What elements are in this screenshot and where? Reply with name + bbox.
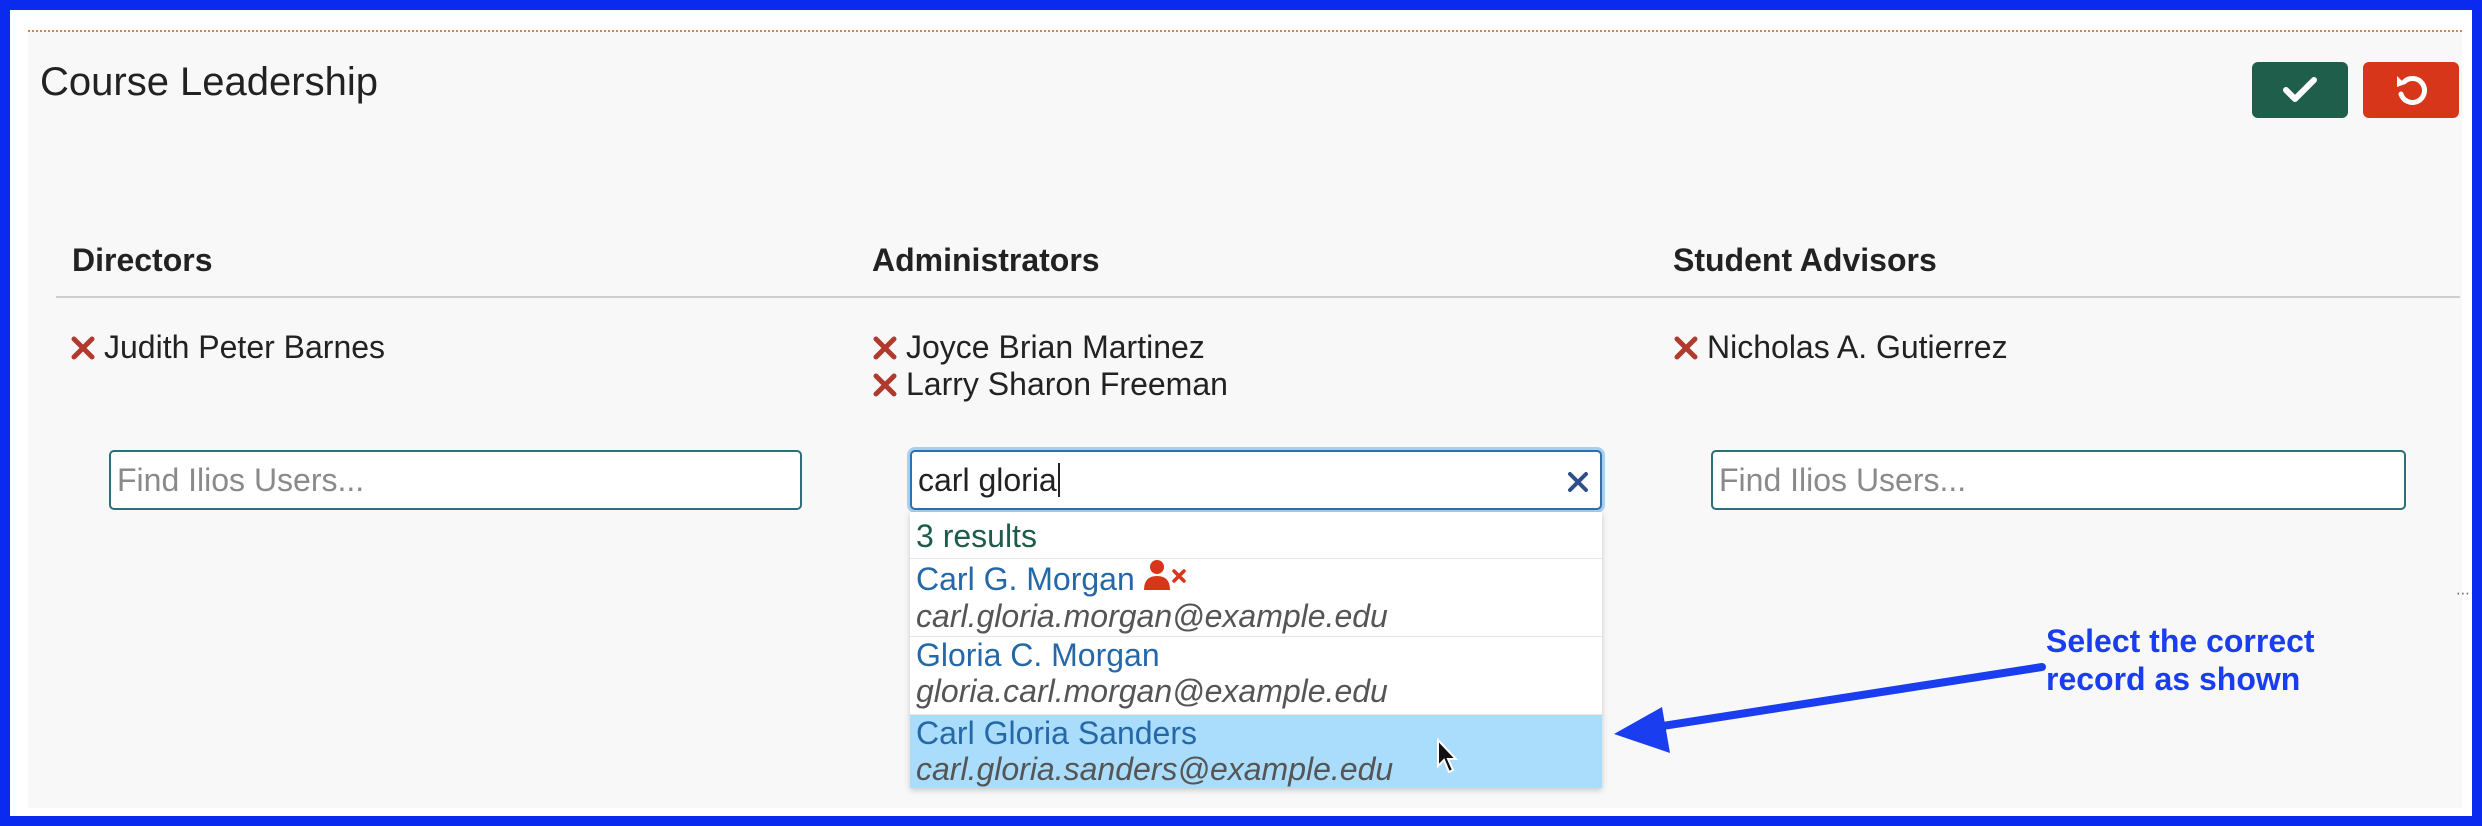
text-caret	[1057, 463, 1060, 497]
directors-heading: Directors	[72, 242, 213, 278]
administrators-search-input[interactable]: carl gloria	[910, 450, 1602, 510]
remove-administrator-icon[interactable]	[872, 335, 898, 361]
student-advisors-search-input[interactable]: Find Ilios Users...	[1711, 450, 2406, 510]
search-results-dropdown: 3 results Carl G. Morgan carl.gloria.mor…	[910, 512, 1602, 788]
administrators-heading: Administrators	[872, 242, 1100, 278]
panel-top-border	[28, 30, 2462, 32]
heading-divider	[56, 296, 2460, 298]
student-advisor-name: Nicholas A. Gutierrez	[1707, 329, 2008, 365]
administrator-name: Larry Sharon Freeman	[906, 366, 1228, 402]
annotation-arrow-icon	[1610, 655, 2050, 760]
annotation-line-1: Select the correct	[2046, 623, 2315, 659]
result-name: Carl G. Morgan	[916, 560, 1135, 597]
undo-icon	[2397, 76, 2427, 105]
results-count: 3 results	[916, 518, 1037, 554]
student-advisors-heading: Student Advisors	[1673, 242, 1937, 278]
director-item: Judith Peter Barnes	[70, 329, 385, 366]
result-item-selected[interactable]: Carl Gloria Sanders carl.gloria.sanders@…	[910, 714, 1602, 788]
cancel-button[interactable]	[2363, 62, 2459, 118]
directors-search-input[interactable]: Find Ilios Users...	[109, 450, 802, 510]
search-value: carl gloria	[918, 461, 1057, 498]
clear-search-icon[interactable]	[1564, 468, 1592, 496]
result-email: gloria.carl.morgan@example.edu	[916, 673, 1388, 709]
administrator-item: Joyce Brian Martinez	[872, 329, 1205, 366]
section-title: Course Leadership	[40, 60, 378, 104]
administrator-item: Larry Sharon Freeman	[872, 366, 1228, 403]
student-advisor-item: Nicholas A. Gutierrez	[1673, 329, 2008, 366]
annotation-line-2: record as shown	[2046, 661, 2301, 697]
overflow-indicator: ⋯	[2456, 585, 2470, 601]
result-item[interactable]: Gloria C. Morgan gloria.carl.morgan@exam…	[910, 636, 1602, 712]
check-icon	[2283, 77, 2317, 102]
save-button[interactable]	[2252, 62, 2348, 118]
search-placeholder: Find Ilios Users...	[1719, 461, 1967, 498]
remove-administrator-icon[interactable]	[872, 372, 898, 398]
search-placeholder: Find Ilios Users...	[117, 461, 365, 498]
result-email: carl.gloria.morgan@example.edu	[916, 598, 1388, 634]
remove-director-icon[interactable]	[70, 335, 96, 361]
annotation-text: Select the correct record as shown	[2046, 622, 2315, 698]
mouse-cursor-icon	[1436, 737, 1460, 781]
disabled-user-icon	[1143, 559, 1187, 598]
result-item[interactable]: Carl G. Morgan carl.gloria.morgan@exampl…	[910, 558, 1602, 634]
result-email: carl.gloria.sanders@example.edu	[916, 751, 1394, 787]
remove-student-advisor-icon[interactable]	[1673, 335, 1699, 361]
director-name: Judith Peter Barnes	[104, 329, 386, 365]
result-name: Gloria C. Morgan	[916, 637, 1160, 673]
administrator-name: Joyce Brian Martinez	[906, 329, 1205, 365]
result-name: Carl Gloria Sanders	[916, 715, 1197, 751]
